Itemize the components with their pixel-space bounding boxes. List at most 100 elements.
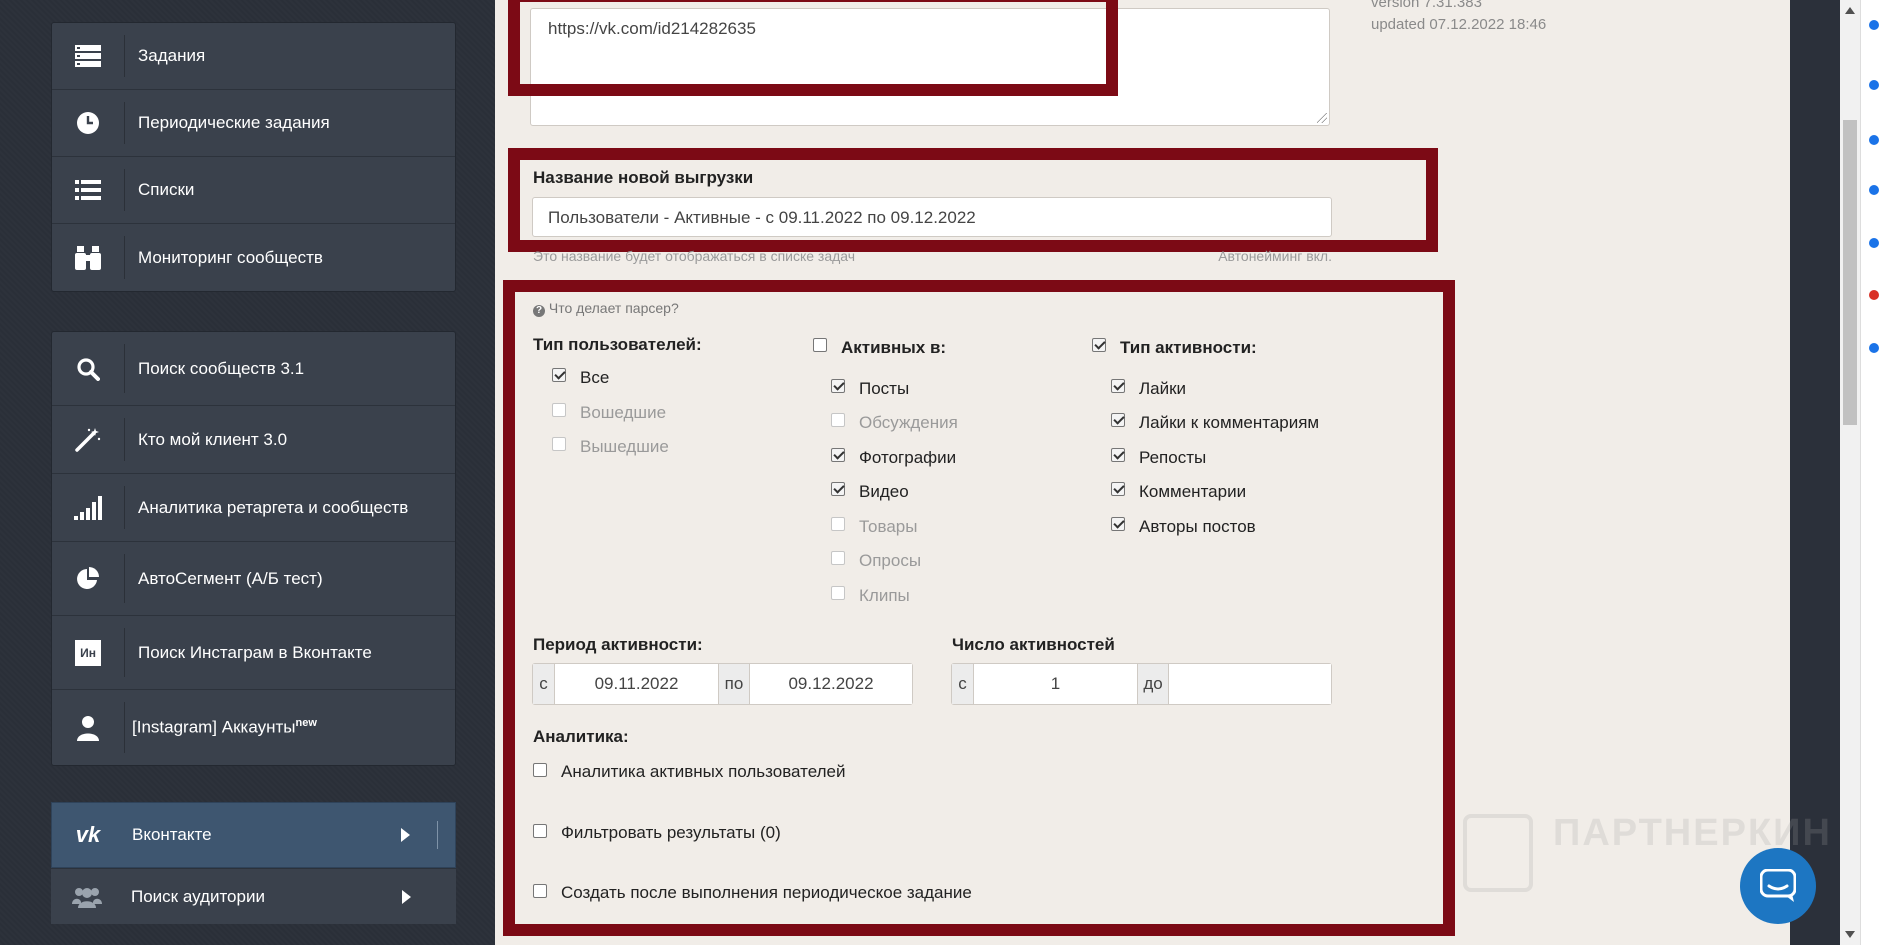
create-periodic-label: Создать после выполнения периодическое з…	[561, 883, 972, 902]
active-in-video-label: Видео	[859, 482, 909, 501]
side-app-icon[interactable]	[1869, 238, 1879, 248]
period-from-prefix: с	[533, 664, 555, 704]
sidebar-item-label: Вконтакте	[132, 825, 212, 844]
create-periodic-checkbox[interactable]	[533, 884, 547, 898]
activity-comment-likes-label: Лайки к комментариям	[1139, 413, 1320, 432]
count-to-input[interactable]	[1169, 664, 1331, 704]
sidebar-item-lists[interactable]: Списки	[52, 157, 455, 224]
active-in-goods-label: Товары	[859, 517, 918, 536]
activity-reposts-label: Репосты	[1139, 448, 1207, 467]
side-app-icon[interactable]	[1869, 343, 1879, 353]
activity-post-authors-checkbox[interactable]	[1111, 517, 1125, 531]
parser-help-link[interactable]: ? Что делает парсер?	[533, 300, 679, 317]
period-to-prefix: по	[718, 664, 750, 704]
analytics-title: Аналитика:	[533, 727, 629, 746]
count-from-input[interactable]: 1	[974, 664, 1137, 704]
analytics-active-users-label: Аналитика активных пользователей	[561, 762, 846, 781]
sidebar-item-label: [Instagram] Аккаунтыnew	[132, 717, 317, 737]
magic-wand-icon	[52, 406, 124, 473]
chat-icon	[1760, 869, 1796, 902]
sidebar-item-label: Поиск аудитории	[131, 886, 265, 906]
active-in-checkbox[interactable]	[813, 338, 827, 352]
sidebar-item-autosegment[interactable]: АвтоСегмент (А/Б тест)	[52, 542, 455, 616]
clock-icon	[52, 90, 124, 156]
active-in-video-checkbox[interactable]	[831, 482, 845, 496]
export-name-input[interactable]: Пользователи - Активные - с 09.11.2022 п…	[532, 197, 1332, 237]
chevron-right-icon	[401, 828, 410, 842]
activity-likes-checkbox[interactable]	[1111, 379, 1125, 393]
activity-comment-likes-checkbox[interactable]	[1111, 413, 1125, 427]
scroll-up-icon[interactable]	[1845, 7, 1855, 14]
watermark-logo	[1463, 814, 1533, 892]
activity-type-title: Тип активности:	[1120, 338, 1257, 357]
user-type-all-label: Все	[580, 368, 610, 387]
sidebar-item-instagram-accounts[interactable]: [Instagram] Аккаунтыnew	[52, 690, 455, 765]
active-in-discussions-label: Обсуждения	[859, 413, 958, 432]
user-type-all-checkbox[interactable]	[552, 368, 566, 382]
user-icon	[52, 690, 124, 765]
sidebar-item-community-search[interactable]: Поиск сообществ 3.1	[52, 332, 455, 406]
active-in-posts-checkbox[interactable]	[831, 379, 845, 393]
analytics-active-users-checkbox[interactable]	[533, 763, 547, 777]
count-label: Число активностей	[952, 635, 1115, 654]
side-app-icon[interactable]	[1869, 135, 1879, 145]
active-in-title: Активных в:	[841, 338, 947, 357]
nav-group-tools: Поиск сообществ 3.1 Кто мой клиент 3.0 А…	[51, 331, 456, 766]
side-app-icon[interactable]	[1869, 185, 1879, 195]
activity-type-checkbox[interactable]	[1092, 338, 1106, 352]
filter-results-label: Фильтровать результаты (0)	[561, 823, 781, 842]
user-type-title: Тип пользователей:	[533, 335, 702, 354]
version-info: version 7.31.383 updated 07.12.2022 18:4…	[1371, 0, 1547, 33]
activity-comments-checkbox[interactable]	[1111, 482, 1125, 496]
activity-comments-label: Комментарии	[1139, 482, 1247, 501]
resize-handle[interactable]	[1317, 113, 1327, 123]
highlight-url	[508, 0, 1118, 96]
side-app-icon[interactable]	[1869, 80, 1879, 90]
active-in-goods-checkbox[interactable]	[831, 517, 845, 531]
chat-button[interactable]	[1740, 848, 1816, 924]
activity-likes-label: Лайки	[1139, 379, 1187, 398]
scroll-down-icon[interactable]	[1845, 931, 1855, 938]
period-range: с 09.11.2022 по 09.12.2022	[532, 663, 913, 705]
sidebar-item-label: Кто мой клиент 3.0	[138, 429, 288, 449]
sidebar-item-who-is-my-client[interactable]: Кто мой клиент 3.0	[52, 406, 455, 474]
sidebar-item-instagram-in-vk[interactable]: Ин Поиск Инстаграм в Вконтакте	[52, 616, 455, 690]
side-app-icon[interactable]	[1869, 290, 1879, 300]
autonaming-toggle[interactable]: Автонейминг вкл.	[1218, 248, 1332, 264]
sidebar-item-retarget-analytics[interactable]: Аналитика ретаргета и сообществ	[52, 474, 455, 542]
url-value: https://vk.com/id214282635	[548, 19, 756, 38]
sidebar-item-community-monitoring[interactable]: Мониторинг сообществ	[52, 224, 455, 291]
period-to-input[interactable]: 09.12.2022	[750, 664, 912, 704]
question-circle-icon: ?	[533, 305, 545, 317]
page-scrollbar[interactable]	[1840, 0, 1860, 945]
watermark-text: ПАРТНЕРКИН	[1553, 812, 1832, 854]
activity-reposts-checkbox[interactable]	[1111, 448, 1125, 462]
vk-icon: vk	[75, 822, 101, 847]
sidebar-item-vkontakte[interactable]: vk Вконтакте	[51, 802, 456, 868]
sidebar-item-label: Списки	[138, 180, 195, 199]
sidebar-item-label: Поиск сообществ 3.1	[138, 358, 305, 378]
user-type-joined-checkbox[interactable]	[552, 403, 566, 417]
scroll-thumb[interactable]	[1843, 120, 1857, 425]
active-in-discussions-checkbox[interactable]	[831, 413, 845, 427]
sidebar-item-audience-search[interactable]: Поиск аудитории	[51, 868, 456, 924]
user-type-left-checkbox[interactable]	[552, 437, 566, 451]
export-name-hint: Это название будет отображаться в списке…	[533, 248, 856, 264]
user-type-left-label: Вышедшие	[580, 437, 669, 456]
sidebar-item-label: Мониторинг сообществ	[138, 247, 323, 267]
active-in-polls-checkbox[interactable]	[831, 551, 845, 565]
binoculars-icon	[52, 224, 124, 291]
browser-side-strip	[1860, 0, 1885, 945]
sidebar: Задания Периодические задания Списки Мон…	[0, 0, 495, 945]
active-in-clips-checkbox[interactable]	[831, 586, 845, 600]
active-in-polls-label: Опросы	[859, 551, 922, 570]
main-panel: https://vk.com/id214282635 version 7.31.…	[495, 0, 1790, 945]
side-app-icon[interactable]	[1869, 20, 1879, 30]
active-in-photos-checkbox[interactable]	[831, 448, 845, 462]
activity-post-authors-label: Авторы постов	[1139, 517, 1256, 536]
active-in-posts-label: Посты	[859, 379, 910, 398]
sidebar-item-tasks[interactable]: Задания	[52, 23, 455, 90]
sidebar-item-periodic-tasks[interactable]: Периодические задания	[52, 90, 455, 157]
filter-results-checkbox[interactable]	[533, 824, 547, 838]
period-from-input[interactable]: 09.11.2022	[555, 664, 718, 704]
